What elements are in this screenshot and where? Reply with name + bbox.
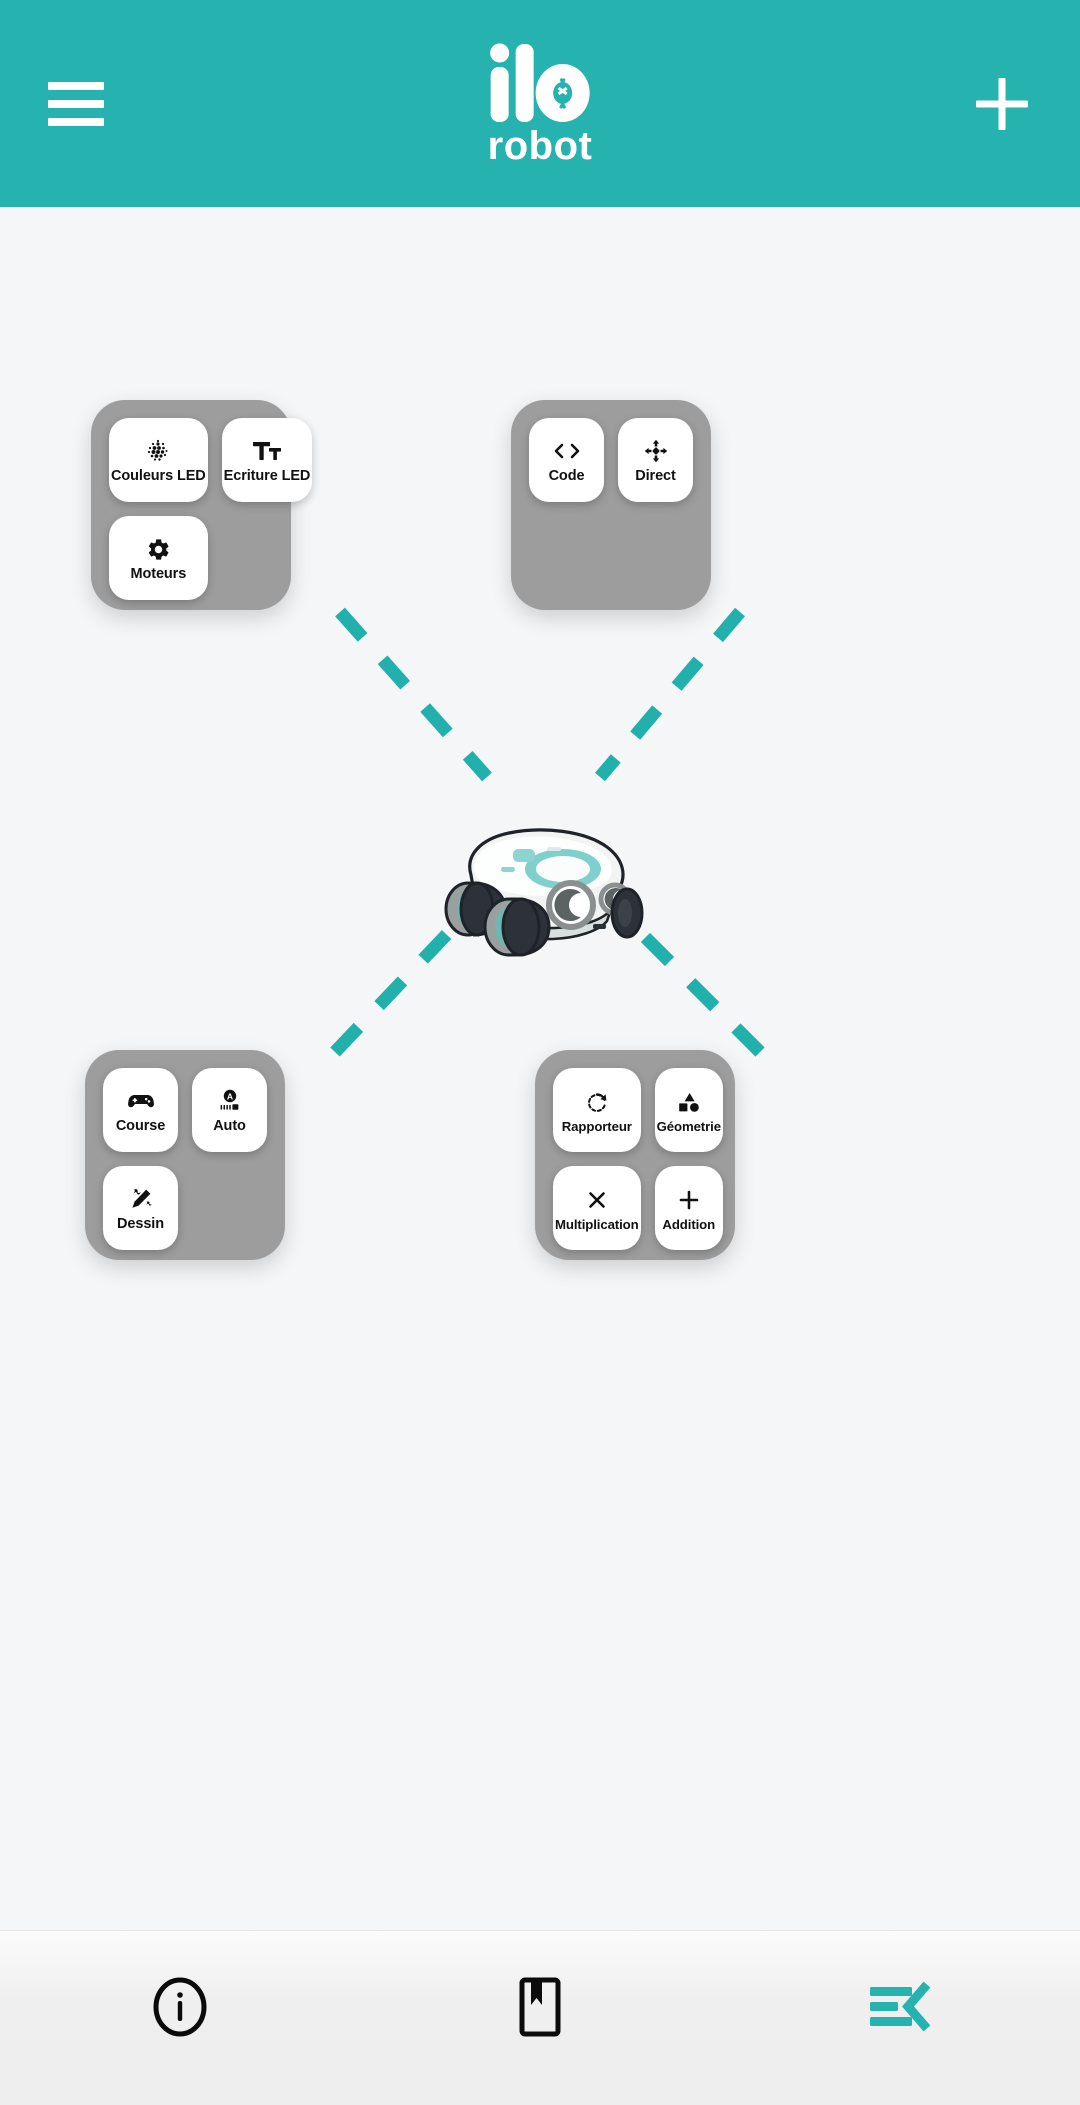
tile-label: Ecriture LED (223, 468, 311, 485)
brand-wordmark: robot (487, 123, 593, 168)
hamburger-bar (48, 81, 104, 90)
tile-geometrie[interactable]: Géometrie (654, 1068, 723, 1152)
tile-multiplication[interactable]: Multiplication (553, 1166, 641, 1250)
tile-addition[interactable]: Addition (654, 1166, 723, 1250)
tile-code[interactable]: Code (529, 418, 604, 502)
robot-activity-stage: Couleurs LED Ecriture LED Moteurs Code D… (0, 207, 1080, 1930)
tile-auto[interactable]: A Auto (192, 1068, 267, 1152)
app-header: robot (0, 0, 1080, 207)
tile-label: Dessin (117, 1216, 164, 1233)
text-format-icon (252, 436, 282, 466)
svg-text:A: A (226, 1092, 232, 1102)
nav-button-info[interactable] (0, 1967, 360, 2047)
tile-label: Couleurs LED (111, 468, 206, 485)
ilo-logo-icon (490, 43, 590, 122)
connector-top-left (335, 607, 492, 782)
brand-logo: robot (488, 42, 593, 166)
panel-led-panel: Couleurs LED Ecriture LED Moteurs (91, 400, 313, 610)
tile-label: Multiplication (555, 1216, 639, 1232)
tile-rapporteur[interactable]: Rapporteur (553, 1068, 641, 1152)
tile-direct[interactable]: Direct (618, 418, 693, 502)
menu-open-left-icon (870, 1981, 931, 2032)
panel-control-panel: Code Direct (511, 400, 711, 610)
tile-label: Addition (662, 1216, 716, 1232)
nav-button-menu-collapse[interactable] (720, 1967, 1080, 2047)
tile-ecriture-led[interactable]: Ecriture LED (221, 418, 313, 502)
bookmark-book-icon (519, 1977, 561, 2037)
connector-top-right (595, 607, 745, 782)
code-brackets-icon (553, 436, 581, 466)
gamepad-icon (127, 1086, 155, 1116)
tile-label: Auto (213, 1118, 246, 1135)
tile-moteurs[interactable]: Moteurs (109, 516, 208, 600)
tile-label: Code (548, 468, 585, 485)
info-circle-icon (153, 1977, 207, 2037)
tile-label: Moteurs (130, 566, 187, 583)
rotate-protractor-icon (585, 1087, 609, 1117)
multiply-icon (585, 1185, 609, 1215)
tile-dessin[interactable]: Dessin (103, 1166, 178, 1250)
hamburger-bar (48, 117, 104, 126)
hamburger-menu-icon[interactable] (48, 81, 104, 126)
autonomous-drive-icon: A (217, 1086, 243, 1116)
hamburger-bar (48, 99, 104, 108)
tile-label: Direct (635, 468, 676, 485)
plus-icon (677, 1185, 701, 1215)
magic-pencil-icon (128, 1184, 154, 1214)
panel-games-panel: Course A Auto Dessin (85, 1050, 285, 1260)
tile-label: Rapporteur (561, 1118, 632, 1134)
panel-math-panel: Rapporteur Géometrie Multiplication Addi… (535, 1050, 735, 1260)
plus-icon[interactable] (972, 74, 1032, 134)
app-root: robot Couleurs LED Ecriture LED Moteurs … (0, 0, 1080, 2105)
tile-course[interactable]: Course (103, 1068, 178, 1152)
led-matrix-dots-icon (145, 436, 171, 466)
tile-label: Course (115, 1118, 166, 1135)
ilo-robot-illustration (444, 828, 644, 957)
four-way-arrows-icon (643, 436, 669, 466)
nav-button-library[interactable] (360, 1967, 720, 2047)
tile-label: Géometrie (656, 1118, 721, 1134)
tile-couleurs-led[interactable]: Couleurs LED (109, 418, 208, 502)
bottom-navigation-bar (0, 1930, 1080, 2105)
gear-icon (146, 534, 171, 564)
shapes-icon (676, 1087, 702, 1117)
